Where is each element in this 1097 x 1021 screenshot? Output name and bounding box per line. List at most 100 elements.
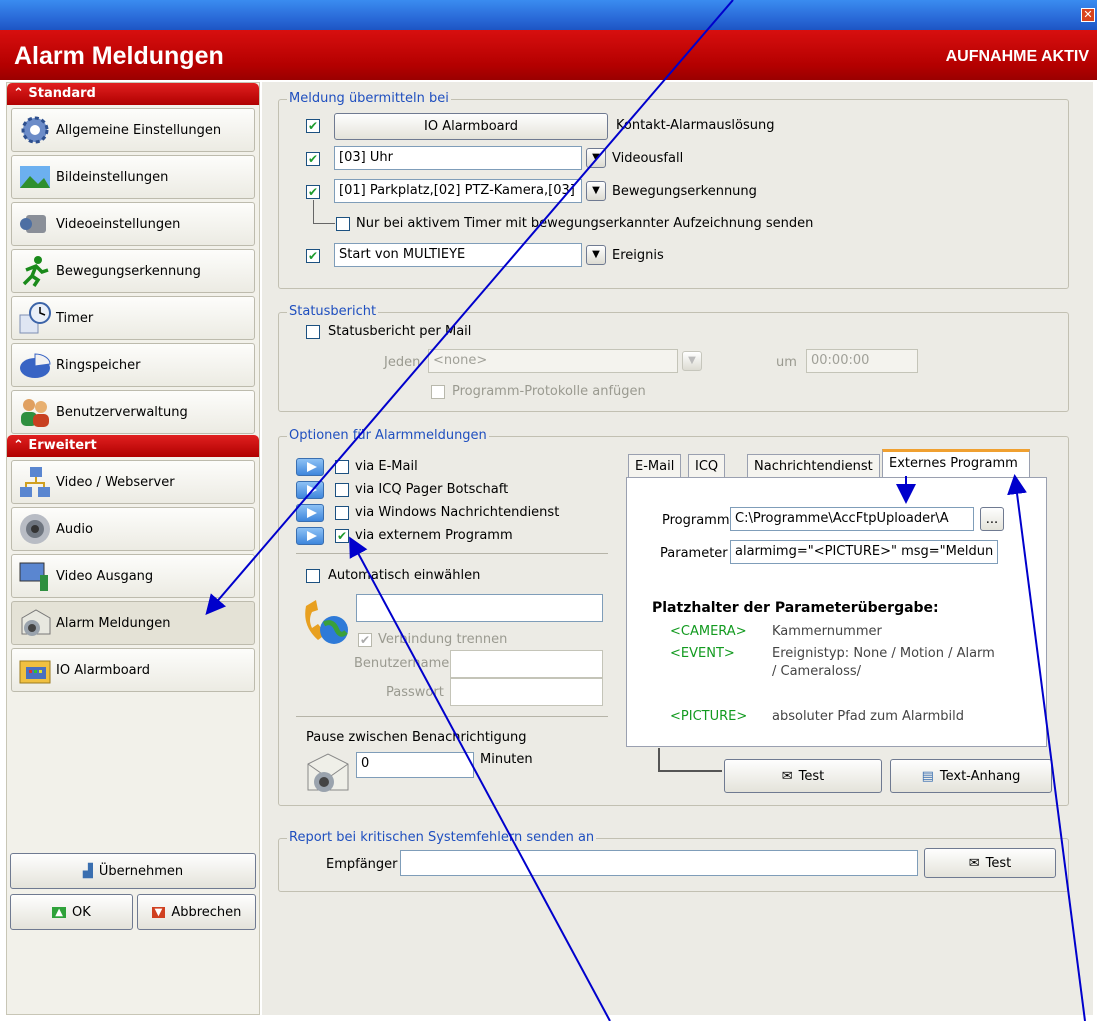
platzhalter-title: Platzhalter der Parameterübergabe: xyxy=(652,600,939,616)
camera-select-bewegung[interactable]: [01] Parkplatz,[02] PTZ-Kamera,[03] xyxy=(334,179,582,203)
via-email-label: via E-Mail xyxy=(355,459,418,474)
sidebar-item-allgemeine[interactable]: Allgemeine Einstellungen xyxy=(11,108,255,152)
checkbox-via-extern[interactable]: ✔ xyxy=(335,529,349,543)
test-report-button[interactable]: ✉ Test xyxy=(924,848,1056,878)
tab-icq[interactable]: ICQ xyxy=(688,454,726,478)
checkbox-timer-only[interactable] xyxy=(336,217,350,231)
sidebar-item-label: Bewegungserkennung xyxy=(56,263,201,279)
sidebar-item-ring[interactable]: Ringspeicher xyxy=(11,343,255,387)
username-input[interactable] xyxy=(450,650,603,678)
play-icon[interactable] xyxy=(296,458,324,476)
checkbox-io-alarm[interactable]: ✔ xyxy=(306,119,320,133)
sidebar-item-webserver[interactable]: Video / Webserver xyxy=(11,460,255,504)
sidebar-item-label: Allgemeine Einstellungen xyxy=(56,122,222,138)
dropdown-icon[interactable]: ▼ xyxy=(682,351,702,371)
checkbox-statusmail[interactable] xyxy=(306,325,320,339)
camcorder-icon xyxy=(20,215,46,233)
sidebar-item-alarm[interactable]: Alarm Meldungen xyxy=(11,601,255,645)
sidebar-item-label: IO Alarmboard xyxy=(56,662,150,678)
via-icq-label: via ICQ Pager Botschaft xyxy=(355,482,509,497)
protokolle-label: Programm-Protokolle anfügen xyxy=(452,384,646,399)
io-alarmboard-button[interactable]: IO Alarmboard xyxy=(334,113,608,140)
minuten-label: Minuten xyxy=(480,752,533,767)
io-board-icon xyxy=(19,660,51,684)
checkbox-autodial[interactable] xyxy=(306,569,320,583)
alarm-mail-icon xyxy=(21,609,51,636)
sidebar-item-audio[interactable]: Audio xyxy=(11,507,255,551)
pause-input[interactable]: 0 xyxy=(356,752,474,778)
section-header-erweitert[interactable]: ⌃ Erweitert xyxy=(7,435,259,457)
checkbox-ereignis[interactable]: ✔ xyxy=(306,249,320,263)
play-icon[interactable] xyxy=(296,481,324,499)
pause-mail-icon xyxy=(307,753,349,792)
placeholder-key: <EVENT> xyxy=(670,646,735,661)
sidebar-item-video[interactable]: Videoeinstellungen xyxy=(11,202,255,246)
sidebar-item-bild[interactable]: Bildeinstellungen xyxy=(11,155,255,199)
tab-nachrichtendienst[interactable]: Nachrichtendienst xyxy=(747,454,880,478)
sidebar-item-io[interactable]: IO Alarmboard xyxy=(11,648,255,692)
test-extern-button[interactable]: ✉ Test xyxy=(724,759,882,793)
password-label: Passwort xyxy=(386,685,444,700)
time-input[interactable]: 00:00:00 xyxy=(806,349,918,373)
interval-select[interactable]: <none> xyxy=(428,349,678,373)
checkbox-protokolle[interactable] xyxy=(431,385,445,399)
programm-path-input[interactable]: C:\Programme\AccFtpUploader\A xyxy=(730,507,974,531)
sidebar-item-label: Benutzerverwaltung xyxy=(56,404,188,420)
landscape-icon xyxy=(20,166,50,188)
mail-test-icon: ✉ xyxy=(781,768,793,784)
camera-select-videoausfall[interactable]: [03] Uhr xyxy=(334,146,582,170)
group-label: Optionen für Alarmmeldungen xyxy=(287,428,489,443)
users-icon xyxy=(21,399,49,427)
network-icon xyxy=(20,467,50,497)
sidebar-item-label: Bildeinstellungen xyxy=(56,169,169,185)
close-icon[interactable]: ✕ xyxy=(1081,8,1095,22)
section-header-standard[interactable]: ⌃ Standard xyxy=(7,83,259,105)
checkbox-via-icq[interactable] xyxy=(335,483,349,497)
ok-button[interactable]: ▲ OK xyxy=(10,894,133,930)
event-select[interactable]: Start von MULTIEYE xyxy=(334,243,582,267)
dropdown-icon[interactable]: ▼ xyxy=(586,148,606,168)
phone-globe-icon xyxy=(305,600,348,644)
checkbox-via-email[interactable] xyxy=(335,460,349,474)
tab-email[interactable]: E-Mail xyxy=(628,454,682,478)
placeholder-key: <PICTURE> xyxy=(670,709,748,724)
sidebar-item-benutzer[interactable]: Benutzerverwaltung xyxy=(11,390,255,434)
checkbox-bewegung[interactable]: ✔ xyxy=(306,185,320,199)
group-label: Report bei kritischen Systemfehlern send… xyxy=(287,830,597,845)
parameter-input[interactable]: alarmimg="<PICTURE>" msg="Meldun xyxy=(730,540,998,564)
checkbox-videoausfall[interactable]: ✔ xyxy=(306,152,320,166)
tab-externes-programm[interactable]: Externes Programm xyxy=(882,449,1030,477)
play-icon[interactable] xyxy=(296,527,324,545)
sidebar-item-label: Ringspeicher xyxy=(56,357,141,373)
empfaenger-input[interactable] xyxy=(400,850,918,876)
password-input[interactable] xyxy=(450,678,603,706)
cancel-button[interactable]: ▼ Abbrechen xyxy=(137,894,256,930)
chevron-up-icon: ⌃ xyxy=(13,438,29,453)
empfaenger-label: Empfänger xyxy=(326,857,398,872)
checkbox-via-windows[interactable] xyxy=(335,506,349,520)
browse-button[interactable]: ... xyxy=(980,507,1004,531)
timer-only-label: Nur bei aktivem Timer mit bewegungserkan… xyxy=(356,216,814,231)
placeholder-desc: absoluter Pfad zum Alarmbild xyxy=(772,709,964,724)
parameter-label: Parameter xyxy=(660,546,728,561)
sidebar-item-ausgang[interactable]: Video Ausgang xyxy=(11,554,255,598)
videoausfall-label: Videousfall xyxy=(612,151,684,166)
chevron-up-icon: ⌃ xyxy=(13,86,29,101)
running-man-icon xyxy=(22,256,49,287)
checkbox-disconnect[interactable]: ✔ xyxy=(358,633,372,647)
dropdown-icon[interactable]: ▼ xyxy=(586,245,606,265)
apply-button[interactable]: ▟ Übernehmen xyxy=(10,853,256,889)
dropdown-icon[interactable]: ▼ xyxy=(586,181,606,201)
dialup-connection-select[interactable] xyxy=(356,594,603,622)
gear-icon xyxy=(21,116,49,144)
statusmail-label: Statusbericht per Mail xyxy=(328,324,472,339)
play-icon[interactable] xyxy=(296,504,324,522)
attachment-icon: ▤ xyxy=(921,768,934,784)
sidebar-item-timer[interactable]: Timer xyxy=(11,296,255,340)
disconnect-label: Verbindung trennen xyxy=(378,632,508,647)
speaker-icon xyxy=(20,514,50,544)
divider xyxy=(296,553,608,554)
text-anhang-button[interactable]: ▤ Text-Anhang xyxy=(890,759,1052,793)
sidebar-item-bewegung[interactable]: Bewegungserkennung xyxy=(11,249,255,293)
pie-disk-icon xyxy=(20,353,51,378)
